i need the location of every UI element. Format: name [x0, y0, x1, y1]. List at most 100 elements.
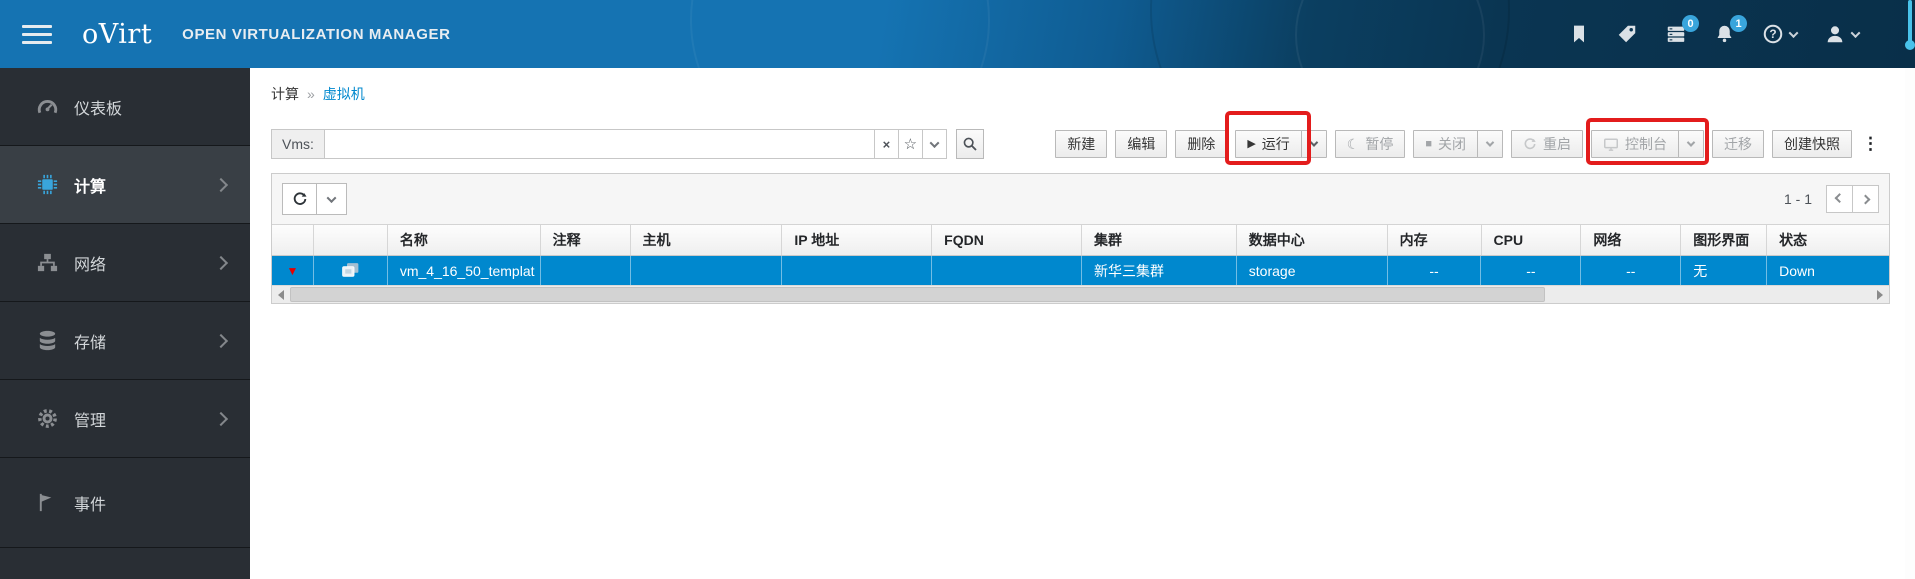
- column-host[interactable]: 主机: [631, 225, 783, 255]
- restart-icon: [1524, 138, 1536, 150]
- horizontal-scrollbar[interactable]: [272, 285, 1889, 303]
- delete-vm-button[interactable]: 删除: [1175, 130, 1228, 158]
- user-menu[interactable]: [1824, 23, 1861, 45]
- vm-comment-cell: [541, 256, 631, 285]
- prev-page-button[interactable]: [1826, 185, 1853, 213]
- chevron-down-icon: [1485, 138, 1495, 147]
- shutdown-dropdown-button[interactable]: [1477, 130, 1503, 158]
- edit-vm-button[interactable]: 编辑: [1115, 130, 1168, 158]
- tasks-icon[interactable]: 0: [1665, 15, 1699, 45]
- reboot-button-label: 重启: [1543, 136, 1571, 152]
- sidebar-item-label: 网络: [74, 256, 107, 274]
- vm-status-text-cell: Down: [1779, 262, 1815, 279]
- breadcrumb-virtual-machines[interactable]: 虚拟机: [323, 84, 365, 104]
- migrate-button[interactable]: 迁移: [1712, 130, 1764, 158]
- column-cpu[interactable]: CPU: [1482, 225, 1582, 255]
- sidebar-item-label: 仪表板: [74, 100, 123, 118]
- refresh-button-group: [282, 183, 347, 215]
- column-name[interactable]: 名称: [388, 225, 541, 255]
- vm-icon: [342, 262, 359, 277]
- scroll-right-arrow-icon[interactable]: [1877, 290, 1883, 300]
- run-button[interactable]: ▶ 运行: [1235, 130, 1302, 158]
- suspend-button[interactable]: ☾ 暂停: [1334, 130, 1406, 158]
- sidebar-item-events[interactable]: 事件: [0, 458, 250, 548]
- refresh-icon: [293, 192, 307, 205]
- next-page-button[interactable]: [1852, 185, 1879, 213]
- run-button-label: 运行: [1261, 136, 1290, 152]
- notifications-bell-icon[interactable]: 1: [1714, 15, 1747, 45]
- column-graphics[interactable]: 图形界面: [1681, 225, 1768, 255]
- breadcrumb-compute[interactable]: 计算: [271, 84, 299, 104]
- kebab-menu-icon[interactable]: ⋮: [1860, 134, 1881, 154]
- help-menu[interactable]: ?: [1762, 23, 1799, 45]
- horizontal-scrollbar-thumb[interactable]: [290, 287, 1545, 302]
- vm-table-row-selected[interactable]: ▼ vm_4_16_50_templat 新华三集群 storage -- --…: [272, 256, 1889, 285]
- sidebar-item-storage[interactable]: 存储: [0, 302, 250, 380]
- console-button-label: 控制台: [1625, 136, 1667, 152]
- chevron-down-icon: [929, 137, 940, 148]
- chevron-down-icon: [1788, 27, 1799, 38]
- sidebar-nav: 仪表板 计算 网络 存储 管理 事件: [0, 68, 250, 579]
- console-dropdown-button[interactable]: [1678, 130, 1704, 158]
- chevron-right-icon: [1860, 194, 1871, 204]
- vm-cluster-cell[interactable]: 新华三集群: [1082, 256, 1237, 285]
- gear-icon: [34, 407, 60, 430]
- refresh-rate-dropdown-button[interactable]: [316, 183, 347, 215]
- sidebar-filler: [0, 548, 250, 579]
- reboot-button[interactable]: 重启: [1511, 130, 1583, 158]
- search-submit-button[interactable]: [955, 129, 984, 159]
- tags-icon[interactable]: [1616, 23, 1638, 45]
- run-dropdown-button[interactable]: [1300, 130, 1327, 158]
- breadcrumb: 计算 » 虚拟机: [271, 84, 1905, 104]
- column-datacenter[interactable]: 数据中心: [1237, 225, 1388, 255]
- column-network[interactable]: 网络: [1581, 225, 1682, 255]
- shutdown-button-label: 关闭: [1438, 136, 1466, 152]
- vm-graphics-cell: 无: [1681, 256, 1768, 285]
- chevron-down-icon: [326, 192, 337, 203]
- refresh-button[interactable]: [282, 183, 317, 215]
- sidebar-item-administration[interactable]: 管理: [0, 380, 250, 458]
- search-input[interactable]: [324, 129, 875, 159]
- status-down-arrow-icon: ▼: [286, 263, 299, 278]
- column-memory[interactable]: 内存: [1388, 225, 1482, 255]
- create-snapshot-button[interactable]: 创建快照: [1772, 130, 1852, 158]
- grid-header-row: 名称 注释 主机 IP 地址 FQDN 集群 数据中心 内存 CPU 网络 图形…: [272, 225, 1889, 256]
- breadcrumb-separator: »: [307, 86, 315, 102]
- search-dropdown-button[interactable]: [921, 129, 947, 159]
- sidebar-item-label: 计算: [74, 178, 107, 196]
- chevron-down-icon: [1686, 138, 1696, 147]
- search-clear-icon[interactable]: ×: [873, 129, 899, 159]
- moon-icon: ☾: [1346, 136, 1360, 152]
- storage-database-icon: [34, 329, 60, 352]
- vertical-scrollbar[interactable]: [1905, 0, 1915, 579]
- scroll-left-arrow-icon[interactable]: [278, 290, 284, 300]
- column-status[interactable]: 状态: [1767, 225, 1889, 255]
- column-fqdn[interactable]: FQDN: [932, 225, 1082, 255]
- alerts-count-badge[interactable]: 1: [1730, 15, 1747, 32]
- sidebar-item-label: 存储: [74, 334, 107, 352]
- vertical-scrollbar-thumb[interactable]: [1908, 0, 1912, 44]
- sidebar-item-network[interactable]: 网络: [0, 224, 250, 302]
- hamburger-menu-icon[interactable]: [22, 24, 52, 44]
- console-button[interactable]: 控制台: [1591, 130, 1679, 158]
- shutdown-button[interactable]: ■ 关闭: [1413, 130, 1478, 158]
- search-icon: [963, 137, 977, 151]
- bookmark-icon[interactable]: [1569, 23, 1589, 45]
- column-cluster[interactable]: 集群: [1082, 225, 1237, 255]
- sidebar-item-compute[interactable]: 计算: [0, 146, 250, 224]
- column-comment[interactable]: 注释: [541, 225, 631, 255]
- tasks-count-badge[interactable]: 0: [1682, 15, 1699, 32]
- vm-name-cell[interactable]: vm_4_16_50_templat: [388, 256, 541, 285]
- sidebar-item-dashboard[interactable]: 仪表板: [0, 68, 250, 146]
- chevron-down-icon: [1850, 27, 1861, 38]
- column-ip[interactable]: IP 地址: [782, 225, 933, 255]
- vertical-scrollbar-thumb-dot[interactable]: [1905, 40, 1915, 50]
- vm-memory-cell: --: [1388, 256, 1482, 285]
- vm-datacenter-cell[interactable]: storage: [1237, 256, 1388, 285]
- new-vm-button[interactable]: 新建: [1055, 130, 1108, 158]
- run-button-group: ▶ 运行: [1225, 111, 1327, 165]
- search-bookmark-star-icon[interactable]: ☆: [897, 129, 923, 159]
- console-button-group: 控制台: [1586, 118, 1709, 165]
- column-status-icon: [272, 225, 314, 255]
- vm-type-cell: [314, 256, 388, 285]
